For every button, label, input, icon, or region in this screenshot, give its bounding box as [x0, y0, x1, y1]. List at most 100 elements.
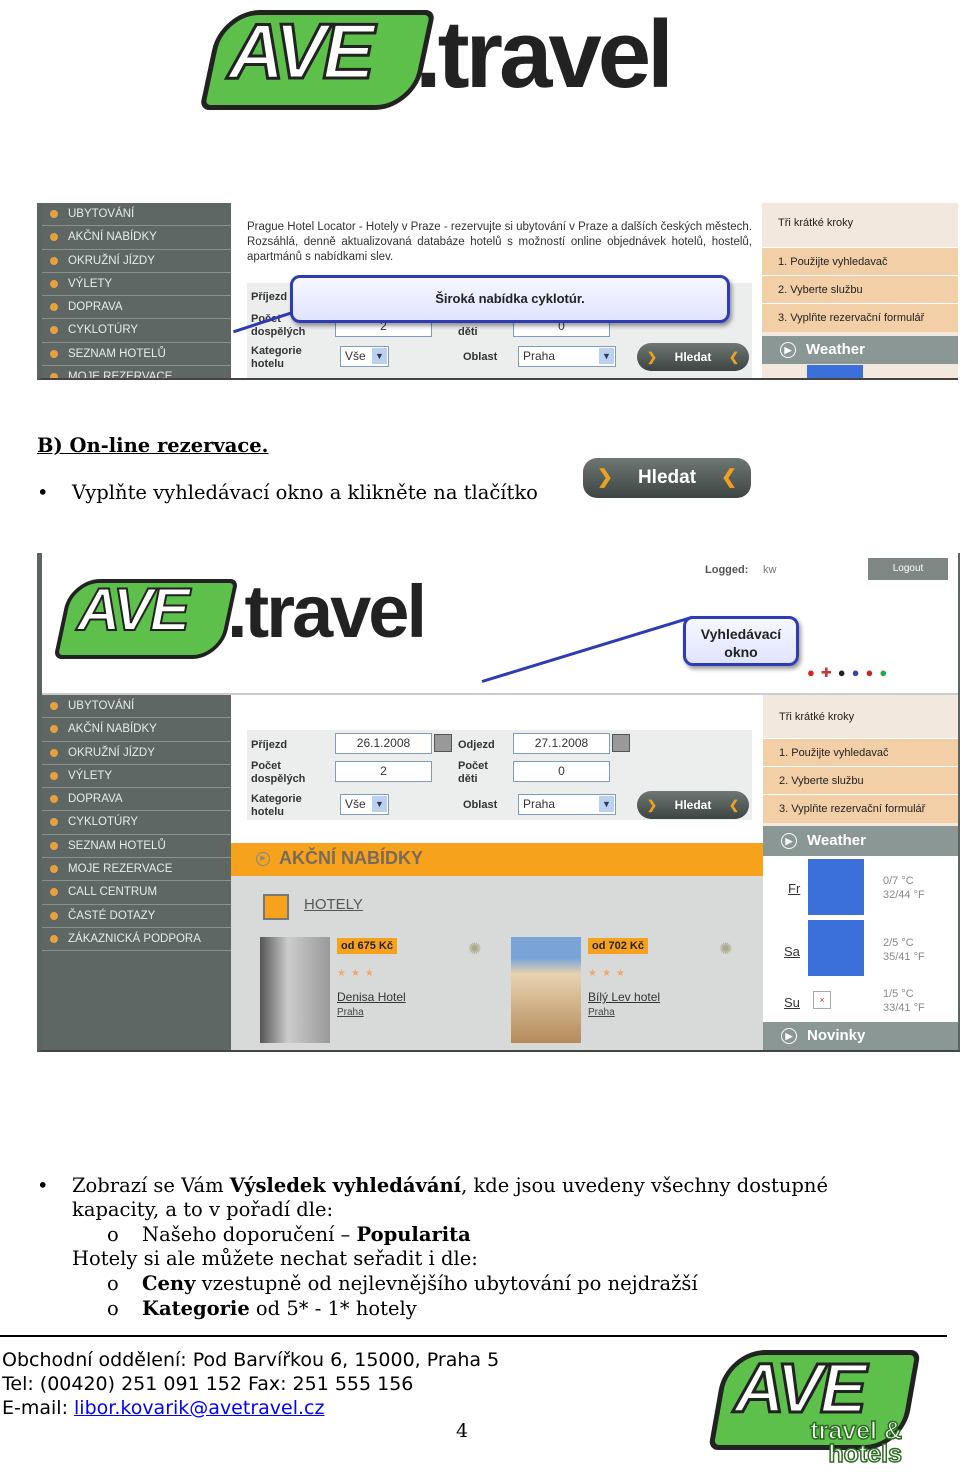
temp-f: 32/44 °F — [883, 889, 925, 901]
bold-text: Kategorie — [142, 1297, 250, 1320]
weather-header[interactable]: Weather — [763, 826, 958, 856]
text: od 5* - 1* hotely — [249, 1297, 417, 1320]
offers-content: HOTELY od 675 Kč ★★★ Denisa Hotel Praha … — [231, 876, 763, 1050]
sidebar-item[interactable]: DOPRAVA — [42, 296, 231, 320]
sub-bullet: o — [107, 1297, 119, 1320]
sidebar-item[interactable]: UBYTOVÁNÍ — [42, 695, 231, 719]
arrow-right-icon: ❯ — [647, 350, 658, 364]
section-title: B) On-line rezervace. — [37, 434, 269, 457]
arrival-label: Příjezd — [251, 291, 288, 303]
bold-text: Ceny — [142, 1272, 196, 1295]
departure-input[interactable]: 27.1.2008 — [513, 733, 610, 754]
bulb-icon: ✺ — [719, 941, 733, 958]
chevron-down-icon: ▼ — [599, 348, 614, 364]
hotels-link[interactable]: HOTELY — [304, 896, 363, 913]
logout-button[interactable]: Logout — [868, 558, 948, 580]
search-button[interactable]: ❯ Hledat ❮ — [637, 791, 749, 819]
step-2: 2. Vyberte službu — [763, 766, 958, 795]
sidebar-item[interactable]: ČASTÉ DOTAZY — [42, 905, 231, 928]
area-select[interactable]: Praha ▼ — [518, 346, 616, 367]
hotel-name-link[interactable]: Bílý Lev hotel — [588, 990, 660, 1004]
ave-travel-hotels-logo: AVE travel & hotels — [708, 1348, 921, 1470]
results-text-line2: kapacity, a to v pořadí dle: — [72, 1198, 334, 1221]
bullet-instruction: Vyplňte vyhledávací okno a klikněte na t… — [72, 481, 538, 504]
sidebar-item[interactable]: SEZNAM HOTELŮ — [42, 835, 231, 859]
sort-category: Kategorie od 5* - 1* hotely — [142, 1297, 417, 1320]
hotel-folder-icon — [263, 894, 289, 920]
departure-label: Odjezd — [458, 739, 495, 751]
adults-label: Počet dospělých — [251, 760, 306, 785]
temp-f: 35/41 °F — [883, 951, 925, 963]
hotel-price: od 675 Kč — [337, 938, 397, 954]
sidebar-item[interactable]: CYKLOTÚRY — [42, 811, 231, 835]
arrow-left-icon: ❮ — [728, 350, 739, 364]
forecast-day-link[interactable]: Sa — [784, 944, 800, 959]
sidebar-item[interactable]: AKČNÍ NABÍDKY — [42, 718, 231, 742]
sidebar-item[interactable]: SEZNAM HOTELŮ — [42, 343, 231, 367]
sidebar-item[interactable]: UBYTOVÁNÍ — [42, 203, 231, 227]
forecast-day-link[interactable]: Su — [784, 995, 800, 1010]
sidebar-item[interactable]: VÝLETY — [42, 765, 231, 789]
forecast: Fr 0/7 °C 32/44 °F Sa 2/5 °C 35/41 °F Su ×… — [763, 856, 958, 1022]
category-select[interactable]: Vše ▼ — [340, 794, 389, 815]
footer-phone: Tel: (00420) 251 091 152 Fax: 251 555 15… — [2, 1373, 414, 1395]
bullet-dot: • — [37, 481, 49, 504]
chevron-down-icon: ▼ — [372, 348, 387, 364]
forecast-temp: 0/7 °C 32/44 °F — [883, 874, 925, 902]
arrow-right-icon: ❯ — [647, 798, 658, 812]
screenshot-cyclotours: UBYTOVÁNÍ AKČNÍ NABÍDKY OKRUŽNÍ JÍZDY VÝLET… — [37, 203, 958, 380]
category-value: Vše — [345, 797, 366, 811]
bulb-icon: ✺ — [468, 941, 482, 958]
news-header[interactable]: Novinky — [763, 1022, 958, 1050]
steps-title: Tři krátké kroky — [778, 217, 854, 229]
sidebar-item[interactable]: AKČNÍ NABÍDKY — [42, 226, 231, 250]
category-label: Kategorie hotelu — [251, 793, 302, 818]
play-circle-icon: ▶ — [256, 852, 270, 866]
hotel-stars: ★★★ — [337, 968, 379, 979]
email-link[interactable]: libor.kovarik@avetravel.cz — [74, 1397, 324, 1419]
sidebar-item[interactable]: MOJE REZERVACE — [42, 858, 231, 882]
sidebar-item[interactable]: ZÁKAZNICKÁ PODPORA — [42, 928, 231, 952]
hotel-photo[interactable] — [260, 937, 330, 1043]
calendar-icon[interactable] — [434, 734, 452, 752]
step-1: 1. Použijte vyhledavač — [762, 247, 958, 276]
intro-text: Prague Hotel Locator - Hotely v Praze - … — [247, 221, 752, 263]
sidebar-item[interactable]: MOJE REZERVACE — [42, 366, 231, 378]
weather-header[interactable]: Weather — [762, 336, 958, 364]
sidebar-item[interactable]: OKRUŽNÍ JÍZDY — [42, 250, 231, 273]
forecast-day-link[interactable]: Fr — [788, 881, 800, 896]
sub-bullet: o — [107, 1223, 119, 1246]
sidebar-item[interactable]: DOPRAVA — [42, 788, 231, 812]
weather-icon — [807, 365, 863, 378]
calendar-icon[interactable] — [612, 734, 630, 752]
sidebar-item[interactable]: OKRUŽNÍ JÍZDY — [42, 742, 231, 765]
bold-text: Výsledek vyhledávání — [229, 1174, 462, 1197]
steps-title: Tři krátké kroky — [779, 711, 855, 723]
temp-c: 1/5 °C — [883, 988, 914, 1000]
offers-header[interactable]: ▶ AKČNÍ NABÍDKY — [231, 843, 763, 876]
category-select[interactable]: Vše ▼ — [340, 346, 389, 367]
search-form: Příjezd 26.1.2008 Odjezd 27.1.2008 Počet… — [247, 730, 752, 820]
forecast-temp: 2/5 °C 35/41 °F — [883, 936, 925, 964]
children-input[interactable]: 0 — [513, 761, 610, 782]
hotel-city-link[interactable]: Praha — [337, 1007, 364, 1018]
adults-input[interactable]: 2 — [335, 761, 432, 782]
hotel-photo[interactable] — [511, 937, 581, 1043]
sidebar-item[interactable]: CYKLOTÚRY — [42, 319, 231, 343]
sidebar-item[interactable]: CALL CENTRUM — [42, 881, 231, 905]
hotel-city-link[interactable]: Praha — [588, 1007, 615, 1018]
chevron-down-icon: ▼ — [372, 796, 387, 812]
sidebar-item[interactable]: VÝLETY — [42, 273, 231, 297]
step-1: 1. Použijte vyhledavač — [763, 738, 958, 767]
text: Zobrazí se Vám — [72, 1174, 230, 1197]
hotel-name-link[interactable]: Denisa Hotel — [337, 990, 406, 1004]
sort-price: Ceny vzestupně od nejlevnějšího ubytován… — [142, 1272, 698, 1295]
category-label: Kategorie hotelu — [251, 345, 302, 370]
arrival-input[interactable]: 26.1.2008 — [335, 733, 432, 754]
area-select[interactable]: Praha ▼ — [518, 794, 616, 815]
search-button[interactable]: ❯ Hledat ❮ — [637, 343, 749, 371]
footer-address: Obchodní oddělení: Pod Barvířkou 6, 1500… — [2, 1349, 500, 1371]
sidebar-menu: UBYTOVÁNÍ AKČNÍ NABÍDKY OKRUŽNÍ JÍZDY VÝLET… — [42, 695, 231, 1050]
document-page: { "logo_top":{"text":"AVE.travel"}, "scr… — [0, 0, 960, 1472]
language-flags-icon[interactable]: ●✚●●●● — [807, 665, 893, 681]
